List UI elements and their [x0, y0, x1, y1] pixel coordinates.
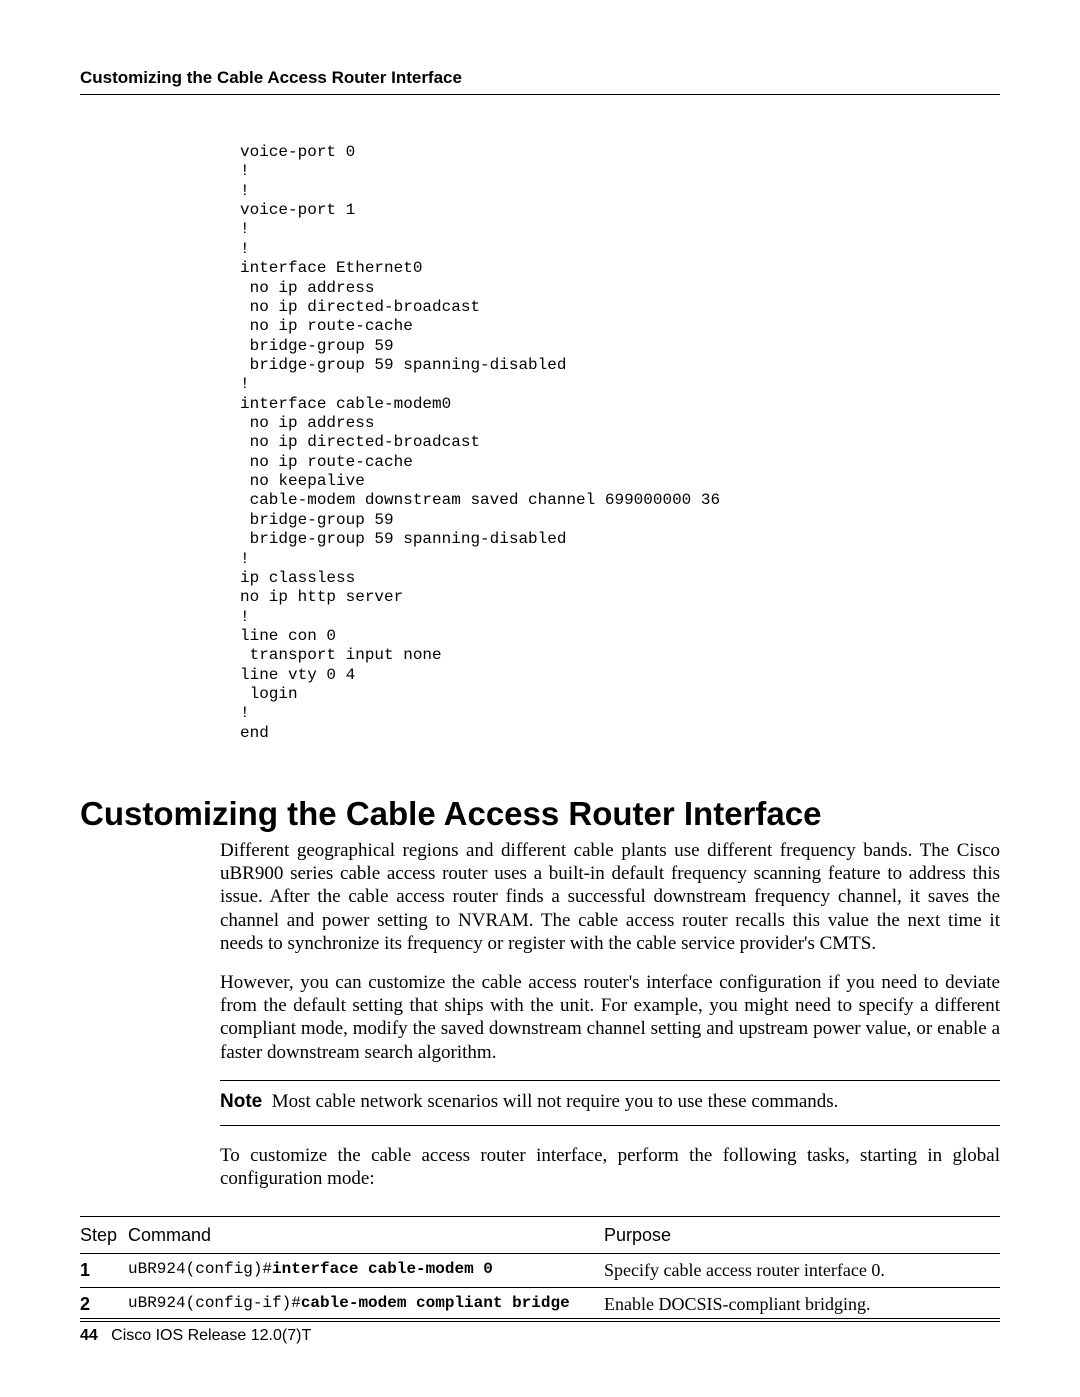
- note-line: Note Most cable network scenarios will n…: [220, 1081, 1000, 1125]
- table-row: 1 uBR924(config)#interface cable-modem 0…: [80, 1254, 1000, 1288]
- note-block: Note Most cable network scenarios will n…: [220, 1080, 1000, 1126]
- running-header: Customizing the Cable Access Router Inte…: [80, 68, 1000, 88]
- footer-text: 44 Cisco IOS Release 12.0(7)T: [80, 1327, 1000, 1345]
- page-footer: 44 Cisco IOS Release 12.0(7)T: [80, 1318, 1000, 1345]
- section-heading: Customizing the Cable Access Router Inte…: [80, 795, 1000, 833]
- col-command: Command: [128, 1217, 604, 1254]
- note-text: Most cable network scenarios will not re…: [272, 1091, 839, 1112]
- table-row: 2 uBR924(config-if)#cable-modem complian…: [80, 1288, 1000, 1322]
- col-purpose: Purpose: [604, 1217, 1000, 1254]
- paragraph-3: To customize the cable access router int…: [220, 1144, 1000, 1190]
- config-code-block: voice-port 0 ! ! voice-port 1 ! ! interf…: [240, 143, 1000, 743]
- step-command: uBR924(config)#interface cable-modem 0: [128, 1254, 604, 1288]
- note-rule-bottom: [220, 1125, 1000, 1126]
- step-num: 2: [80, 1288, 128, 1322]
- header-rule: [80, 94, 1000, 95]
- step-purpose: Enable DOCSIS-compliant bridging.: [604, 1288, 1000, 1322]
- footer-rule: [80, 1318, 1000, 1319]
- cmd-bold: cable-modem compliant bridge: [301, 1294, 570, 1312]
- cmd-prompt: uBR924(config-if)#: [128, 1294, 301, 1312]
- col-step: Step: [80, 1217, 128, 1254]
- table-header-row: Step Command Purpose: [80, 1217, 1000, 1254]
- release-text: Cisco IOS Release 12.0(7)T: [111, 1327, 311, 1344]
- page: Customizing the Cable Access Router Inte…: [0, 0, 1080, 1397]
- steps-table: Step Command Purpose 1 uBR924(config)#in…: [80, 1216, 1000, 1322]
- step-purpose: Specify cable access router interface 0.: [604, 1254, 1000, 1288]
- step-num: 1: [80, 1254, 128, 1288]
- note-label: Note: [220, 1091, 262, 1112]
- paragraph-1: Different geographical regions and diffe…: [220, 839, 1000, 955]
- step-command: uBR924(config-if)#cable-modem compliant …: [128, 1288, 604, 1322]
- paragraph-2: However, you can customize the cable acc…: [220, 971, 1000, 1064]
- cmd-prompt: uBR924(config)#: [128, 1260, 272, 1278]
- page-number: 44: [80, 1327, 98, 1344]
- cmd-bold: interface cable-modem 0: [272, 1260, 493, 1278]
